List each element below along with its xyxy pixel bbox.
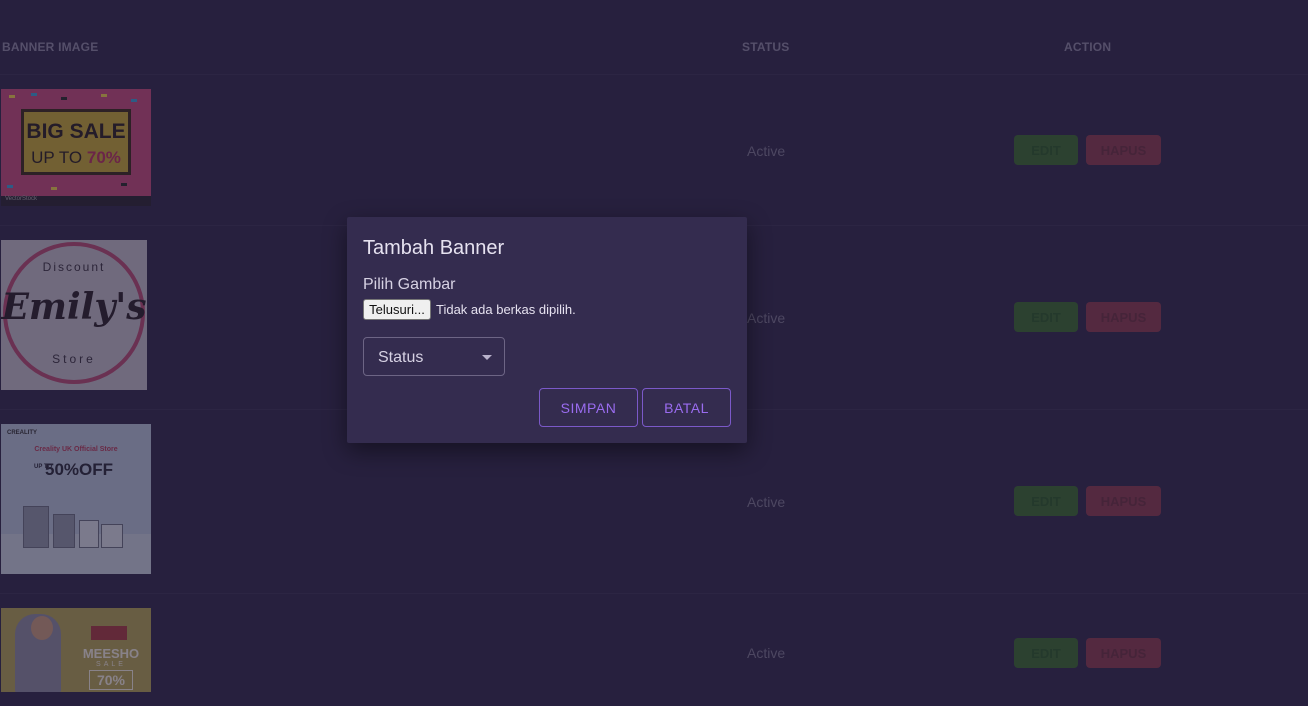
browse-file-button[interactable]: Telusuri... <box>363 299 431 320</box>
add-banner-dialog: Tambah Banner Pilih Gambar Telusuri... T… <box>347 217 747 443</box>
chevron-down-icon <box>482 355 492 360</box>
save-button[interactable]: SIMPAN <box>539 388 638 427</box>
file-status-text: Tidak ada berkas dipilih. <box>436 302 576 317</box>
dialog-title: Tambah Banner <box>363 237 505 259</box>
image-field-label: Pilih Gambar <box>363 276 456 293</box>
cancel-button[interactable]: BATAL <box>642 388 731 427</box>
status-select[interactable]: Status <box>363 337 505 376</box>
status-select-label: Status <box>378 349 424 366</box>
